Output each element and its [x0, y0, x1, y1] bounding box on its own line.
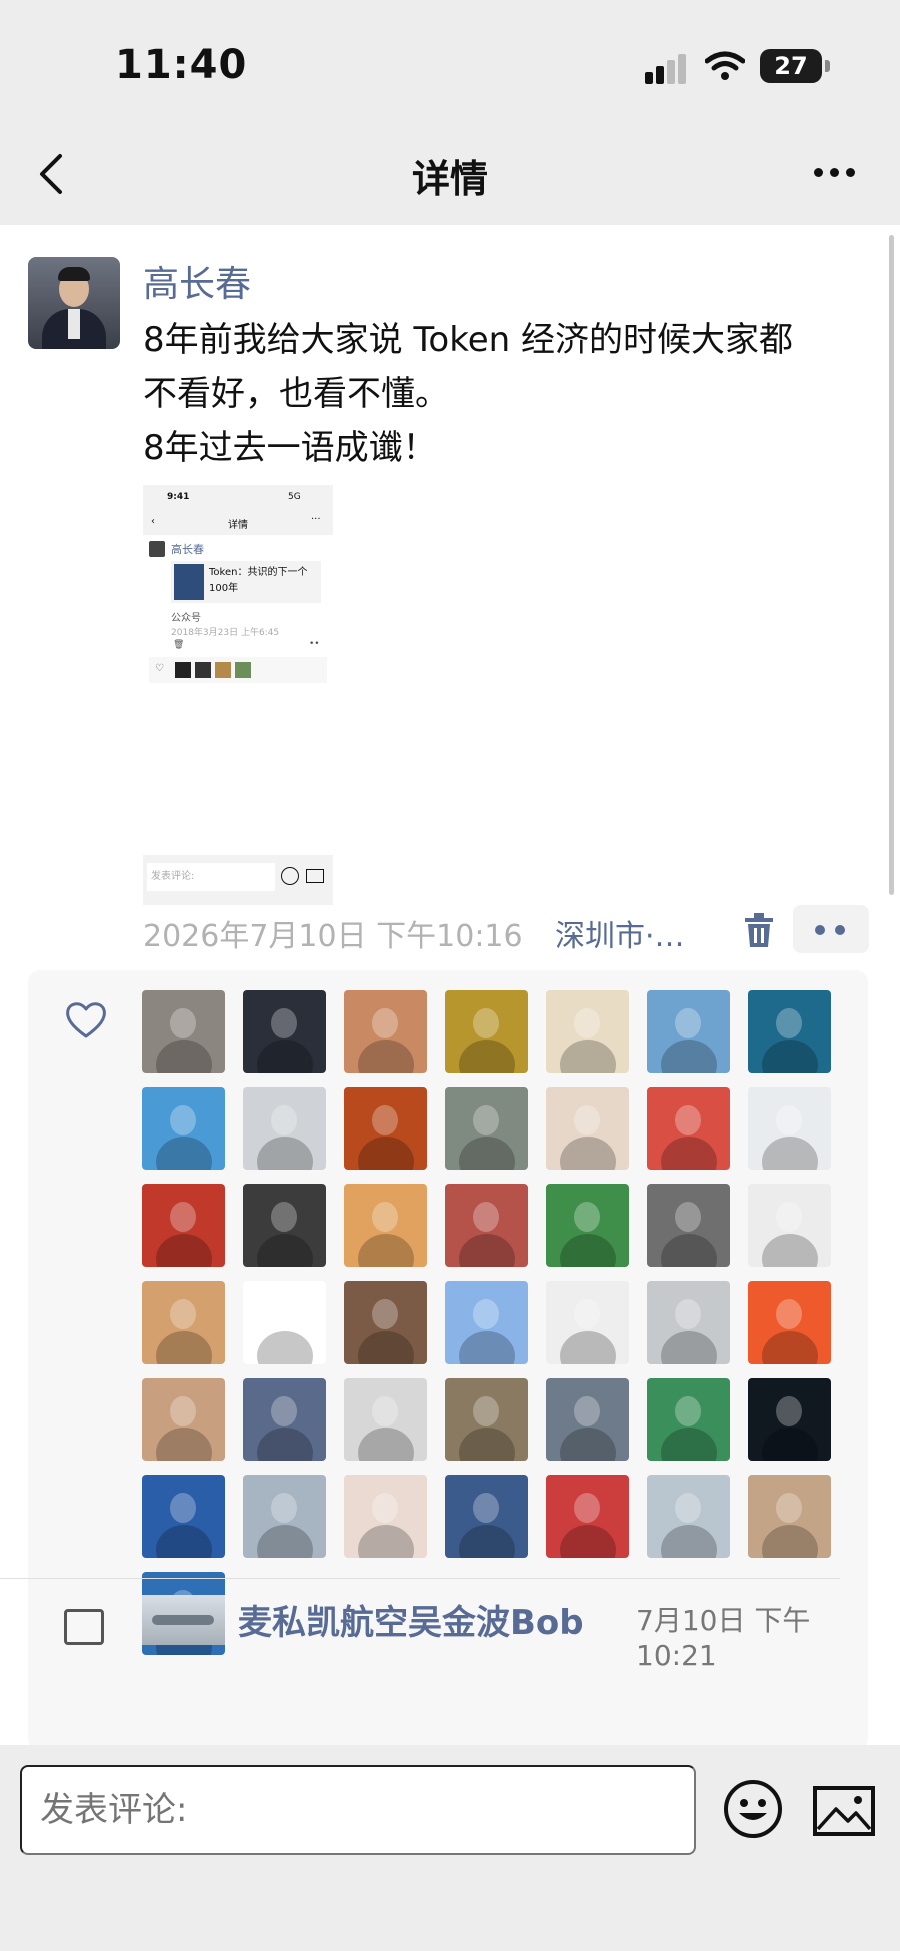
like-avatar[interactable] [647, 1475, 730, 1558]
embedded-heart-icon: ♡ [155, 663, 164, 674]
like-avatar[interactable] [344, 1281, 427, 1364]
status-time: 11:40 [115, 42, 248, 88]
nav-bar: 详情 [0, 120, 900, 225]
like-avatar[interactable] [243, 1378, 326, 1461]
like-avatar[interactable] [243, 1184, 326, 1267]
embedded-date: 2018年3月23日 上午6:45 [171, 628, 280, 638]
post-detail: 高长春 8年前我给大家说 Token 经济的时候大家都 不看好，也看不懂。 8年… [0, 225, 900, 1745]
like-avatar[interactable] [546, 1087, 629, 1170]
embedded-comment-input: 发表评论: [147, 863, 275, 891]
embedded-link-card: Token：共识的下一个100年 [171, 561, 321, 603]
like-avatar[interactable] [647, 1184, 730, 1267]
embedded-status-bar: 9:41 5G [143, 485, 333, 511]
like-avatar[interactable] [142, 1184, 225, 1267]
comment-row[interactable]: 麦私凯航空吴金波Bob 7月10日 下午10:21 [28, 1589, 868, 1672]
like-avatar[interactable] [546, 1184, 629, 1267]
like-avatar[interactable] [344, 1378, 427, 1461]
commenter-avatar[interactable] [142, 1595, 225, 1645]
commenter-name[interactable]: 麦私凯航空吴金波Bob [238, 1595, 584, 1644]
embedded-time: 9:41 [167, 492, 190, 502]
like-avatar[interactable] [748, 1281, 831, 1364]
embedded-card-thumbnail [174, 564, 204, 600]
battery-indicator: 27 [760, 49, 822, 83]
like-avatar[interactable] [243, 1475, 326, 1558]
embedded-like-avatar [175, 662, 191, 678]
embedded-like-avatar [215, 662, 231, 678]
like-avatar[interactable] [748, 990, 831, 1073]
status-bar: 11:40 27 [0, 0, 900, 120]
like-avatar[interactable] [445, 1087, 528, 1170]
like-avatar[interactable] [243, 1087, 326, 1170]
embedded-card-text: Token：共识的下一个100年 [209, 567, 308, 594]
comment-input[interactable] [20, 1765, 696, 1855]
post-image[interactable]: 9:41 5G ‹ 详情 ··· 高长春 Token：共识的下一个100年 公众… [143, 485, 333, 905]
like-avatar[interactable] [142, 990, 225, 1073]
like-avatar[interactable] [748, 1087, 831, 1170]
battery-tip [825, 60, 830, 72]
embedded-network: 5G [288, 492, 301, 502]
like-avatar[interactable] [344, 1184, 427, 1267]
post-meta: 2026年7月10日 下午10:16 深圳市·… [143, 905, 883, 955]
like-avatar[interactable] [546, 1281, 629, 1364]
wifi-icon [705, 51, 745, 80]
like-avatar[interactable] [142, 1378, 225, 1461]
page-title: 详情 [411, 157, 488, 201]
like-avatar[interactable] [142, 1087, 225, 1170]
embedded-nav: ‹ 详情 ··· [143, 511, 333, 535]
like-avatar[interactable] [546, 990, 629, 1073]
embedded-more-icon: ··· [311, 514, 321, 525]
embedded-author: 高长春 [171, 543, 204, 556]
signal-icon [645, 52, 689, 84]
image-icon[interactable] [812, 1785, 876, 1837]
post-location[interactable]: 深圳市·… [555, 911, 685, 955]
like-avatar[interactable] [546, 1378, 629, 1461]
like-avatar[interactable] [445, 990, 528, 1073]
like-avatar[interactable] [344, 990, 427, 1073]
author-avatar[interactable] [28, 257, 120, 349]
scrollbar[interactable] [889, 235, 894, 895]
trash-icon[interactable] [743, 913, 775, 949]
like-avatar[interactable] [748, 1475, 831, 1558]
comment-icon [64, 1609, 104, 1645]
heart-icon [66, 1002, 106, 1038]
like-avatar[interactable] [445, 1378, 528, 1461]
like-avatar[interactable] [142, 1281, 225, 1364]
divider [0, 1578, 840, 1579]
embedded-like-avatar [235, 662, 251, 678]
embedded-like-avatar [195, 662, 211, 678]
like-avatar[interactable] [445, 1184, 528, 1267]
like-avatar[interactable] [647, 1087, 730, 1170]
like-avatar[interactable] [546, 1475, 629, 1558]
embedded-trash-icon: 🗑 [173, 640, 185, 650]
like-avatar[interactable] [344, 1475, 427, 1558]
post-text: 8年前我给大家说 Token 经济的时候大家都 不看好，也看不懂。 8年过去一语… [143, 320, 793, 468]
like-avatar[interactable] [647, 1281, 730, 1364]
embedded-likes: ♡ [149, 657, 327, 683]
more-dots-icon[interactable] [810, 158, 860, 188]
emoji-icon[interactable] [723, 1779, 783, 1839]
comment-like-button[interactable] [793, 905, 869, 953]
embedded-source: 公众号 [171, 613, 201, 624]
like-avatar[interactable] [647, 1378, 730, 1461]
like-avatar[interactable] [445, 1281, 528, 1364]
embedded-title: 详情 [228, 520, 248, 531]
post-time: 2026年7月10日 下午10:16 [143, 919, 523, 954]
like-avatar[interactable] [748, 1378, 831, 1461]
like-avatar[interactable] [142, 1475, 225, 1558]
like-avatar[interactable] [748, 1184, 831, 1267]
author-name[interactable]: 高长春 [143, 255, 251, 307]
embedded-avatar [149, 541, 165, 557]
comment-time: 7月10日 下午10:21 [636, 1604, 811, 1672]
embedded-emoji-icon [281, 867, 299, 885]
like-avatar[interactable] [243, 990, 326, 1073]
like-avatar[interactable] [445, 1475, 528, 1558]
like-avatar[interactable] [243, 1281, 326, 1364]
embedded-image-icon [306, 869, 324, 883]
embedded-action-icon: •• [309, 639, 320, 649]
embedded-comment-bar: 发表评论: [143, 855, 333, 905]
like-avatar[interactable] [647, 990, 730, 1073]
like-avatar[interactable] [344, 1087, 427, 1170]
comment-bar [0, 1745, 900, 1951]
